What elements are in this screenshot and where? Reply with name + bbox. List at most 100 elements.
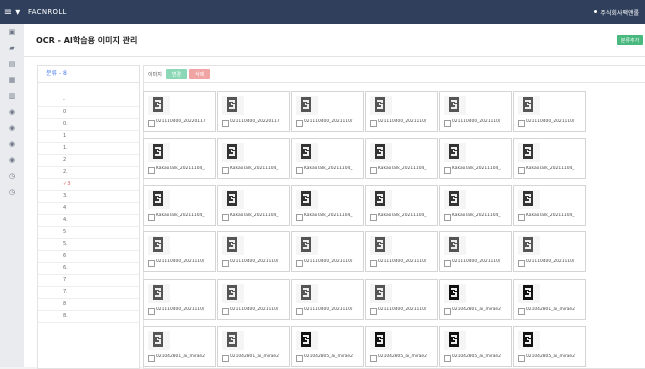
image-checkbox[interactable] [370,355,377,362]
folder-icon[interactable]: ▰ [0,40,24,56]
category-item[interactable]: 8. [38,311,139,323]
clock-icon[interactable]: ◷ [0,184,24,200]
image-card[interactable]: 021042801_ai_mirae2 [439,279,512,320]
image-thumbnail[interactable] [296,331,318,350]
image-thumbnail[interactable] [370,143,392,162]
image-thumbnail[interactable] [222,190,244,209]
image-card[interactable]: 021042801_ai_mirae2 [513,279,586,320]
image-checkbox[interactable] [370,167,377,174]
edit-button[interactable]: 변경 [165,69,188,79]
image-thumbnail[interactable] [222,96,244,115]
image-thumbnail[interactable] [148,284,170,303]
image-card[interactable]: 021110400_2021110/ [439,231,512,272]
image-checkbox[interactable] [518,167,525,174]
category-item[interactable]: 4. [38,215,139,227]
category-item[interactable]: 3. [38,191,139,203]
delete-button[interactable]: 삭제 [189,69,211,79]
image-thumbnail[interactable] [222,236,244,255]
image-checkbox[interactable] [296,214,303,221]
menu-icon[interactable]: ≡ ▾ [0,0,24,24]
image-checkbox[interactable] [444,214,451,221]
image-card[interactable]: 021042805_ai_mirae2 [291,326,364,367]
image-card[interactable]: KakaoTalk_20211104_ [513,185,586,226]
clock-icon[interactable]: ◷ [0,168,24,184]
image-thumbnail[interactable] [518,143,540,162]
image-card[interactable]: 021042805_ai_mirae2 [513,326,586,367]
image-thumbnail[interactable] [296,284,318,303]
image-card[interactable]: 021110400_2021110/ [513,231,586,272]
image-thumbnail[interactable] [296,96,318,115]
image-checkbox[interactable] [518,308,525,315]
archive-icon[interactable]: ▥ [0,88,24,104]
image-card[interactable]: KakaoTalk_20211104_ [217,138,290,179]
list-icon[interactable]: ▤ [0,56,24,72]
image-thumbnail[interactable] [444,190,466,209]
image-card[interactable]: 021110400_2021110/ [291,231,364,272]
image-card[interactable]: KakaoTalk_20211104_ [291,185,364,226]
image-checkbox[interactable] [222,120,229,127]
image-checkbox[interactable] [370,120,377,127]
image-card[interactable]: KakaoTalk_20211104_ [143,185,216,226]
eye-icon[interactable]: ◉ [0,136,24,152]
image-checkbox[interactable] [222,260,229,267]
category-item[interactable]: 0 [38,107,139,119]
category-item[interactable]: 2. [38,167,139,179]
image-card[interactable]: KakaoTalk_20211104_ [291,138,364,179]
image-card[interactable]: 021110400_2021110/ [291,279,364,320]
image-checkbox[interactable] [296,167,303,174]
image-checkbox[interactable] [222,167,229,174]
image-card[interactable]: KakaoTalk_20211104_ [439,185,512,226]
image-checkbox[interactable] [518,260,525,267]
image-card[interactable]: 021110400_2021110/ [365,279,438,320]
image-card[interactable]: 021110400_2021110/ [439,91,512,132]
image-thumbnail[interactable] [444,236,466,255]
image-thumbnail[interactable] [370,236,392,255]
image-checkbox[interactable] [148,167,155,174]
category-item[interactable]: 7 [38,275,139,287]
image-card[interactable]: 021042805_ai_mirae2 [365,326,438,367]
image-thumbnail[interactable] [296,190,318,209]
image-thumbnail[interactable] [444,96,466,115]
image-checkbox[interactable] [148,214,155,221]
category-item[interactable]: 4 [38,203,139,215]
image-card[interactable]: 021110400_2021110/ [143,279,216,320]
category-item[interactable]: 1 [38,131,139,143]
image-checkbox[interactable] [296,120,303,127]
add-category-button[interactable]: 분류추가 [617,35,643,45]
category-item[interactable]: 2 [38,155,139,167]
image-thumbnail[interactable] [222,284,244,303]
eye-icon[interactable]: ◉ [0,120,24,136]
image-checkbox[interactable] [148,120,155,127]
image-checkbox[interactable] [444,120,451,127]
image-thumbnail[interactable] [296,143,318,162]
image-card[interactable]: KakaoTalk_20211104_ [365,138,438,179]
category-item[interactable]: 5. [38,239,139,251]
category-item[interactable]: 1. [38,143,139,155]
category-item[interactable]: 6. [38,263,139,275]
image-thumbnail[interactable] [444,284,466,303]
image-card[interactable]: 021110400_2021110/ [217,279,290,320]
image-checkbox[interactable] [148,260,155,267]
image-checkbox[interactable] [296,260,303,267]
image-thumbnail[interactable] [370,96,392,115]
image-card[interactable]: 021110400_2021110/ [365,231,438,272]
image-card[interactable]: 021110400_2021110/ [513,91,586,132]
category-item[interactable]: 5 [38,227,139,239]
image-thumbnail[interactable] [518,331,540,350]
image-checkbox[interactable] [444,260,451,267]
category-item[interactable]: 7. [38,287,139,299]
image-card[interactable]: 021110400_20220117 [143,91,216,132]
image-thumbnail[interactable] [148,190,170,209]
image-thumbnail[interactable] [518,236,540,255]
image-thumbnail[interactable] [518,284,540,303]
image-card[interactable]: 021042801_ai_mirae2 [143,326,216,367]
image-thumbnail[interactable] [444,143,466,162]
image-checkbox[interactable] [370,214,377,221]
image-card[interactable]: 021110400_2021110/ [217,231,290,272]
image-card[interactable]: 021042805_ai_mirae2 [439,326,512,367]
category-item[interactable]: 0. [38,119,139,131]
image-thumbnail[interactable] [518,96,540,115]
image-card[interactable]: KakaoTalk_20211104_ [439,138,512,179]
category-item[interactable]: 8 [38,299,139,311]
category-item[interactable]: 6 [38,251,139,263]
